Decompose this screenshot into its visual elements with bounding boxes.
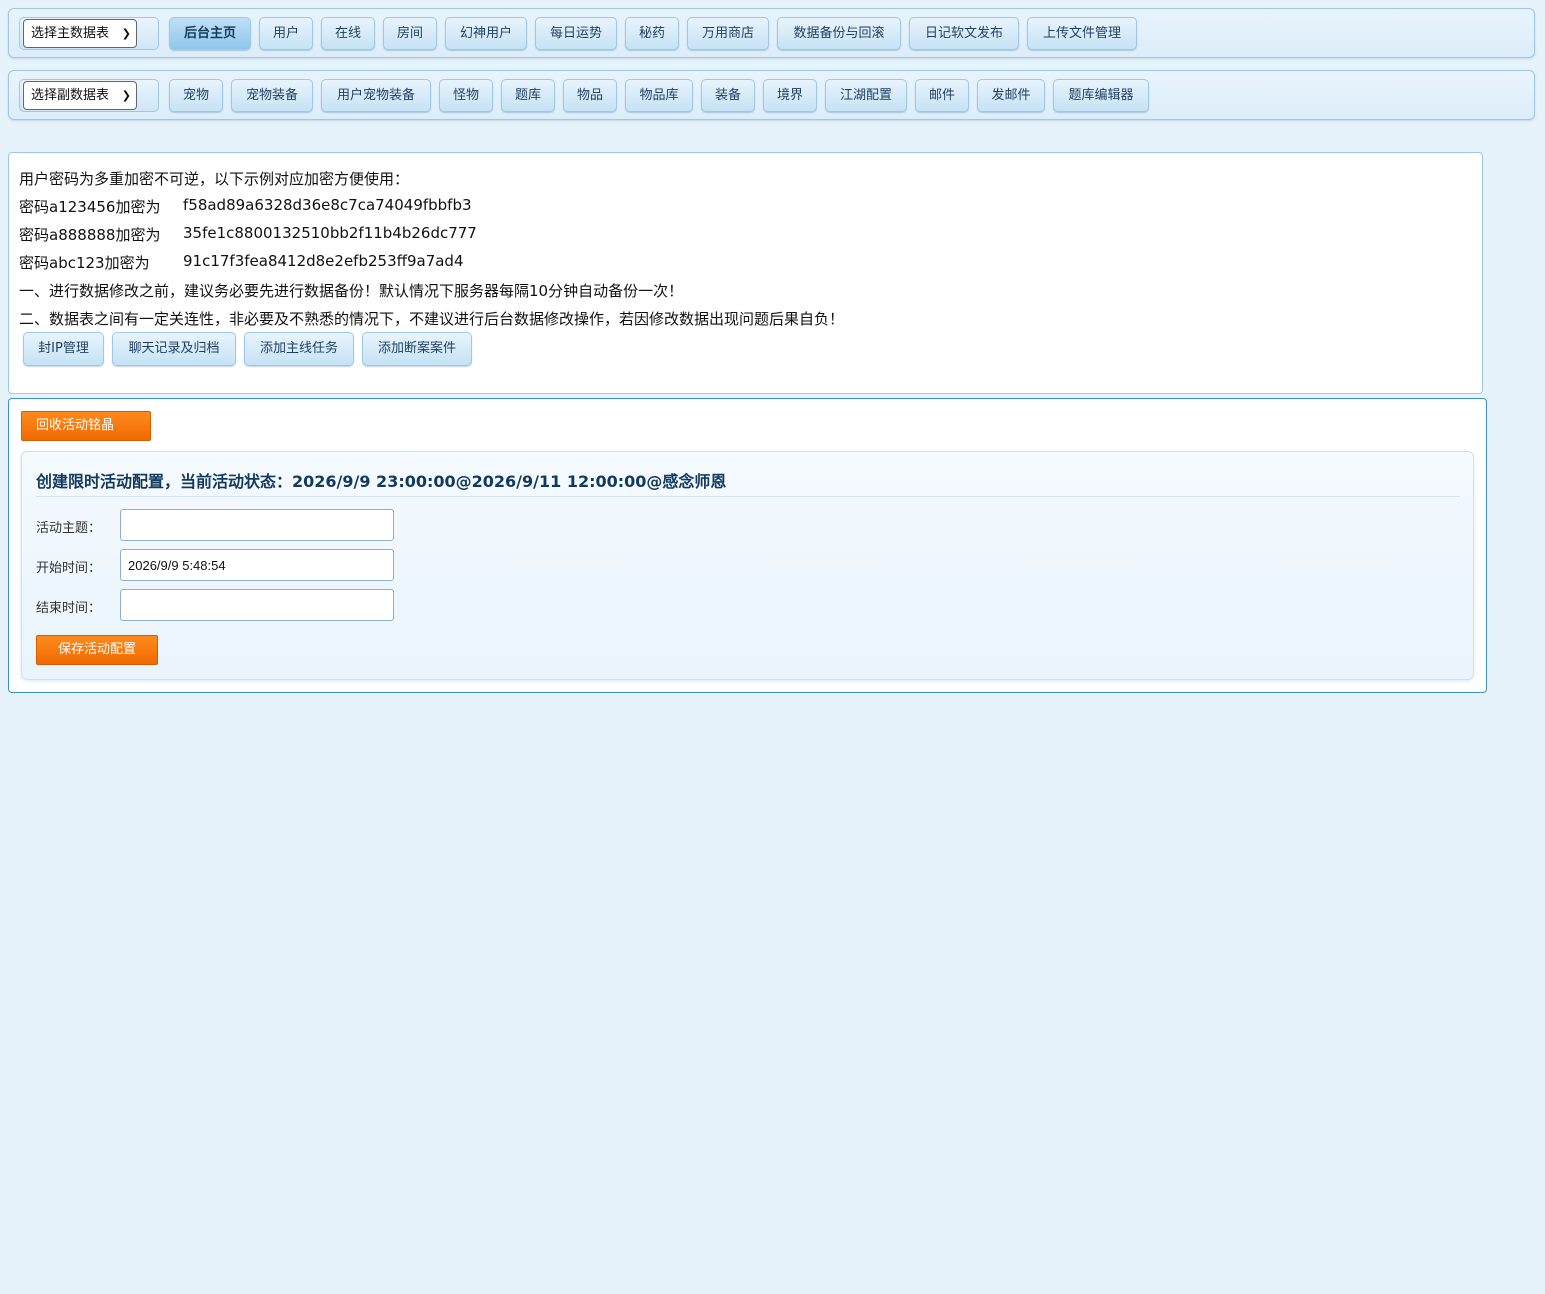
nav-button-pets[interactable]: 宠物 (169, 79, 223, 112)
nav-button-realms[interactable]: 境界 (763, 79, 817, 112)
data-relation-notice-text: 二、数据表之间有一定关连性，非必要及不熟悉的情况下，不建议进行后台数据修改操作，… (19, 310, 845, 328)
nav-button-phantom-users[interactable]: 幻神用户 (445, 17, 527, 50)
nav-button-general-store[interactable]: 万用商店 (687, 17, 769, 50)
password-example-label: 密码abc123加密为 (19, 254, 150, 272)
activity-panel: 回收活动铭晶 创建限时活动配置，当前活动状态：2026/9/9 23:00:00… (8, 398, 1487, 693)
nav-button-monsters[interactable]: 怪物 (439, 79, 493, 112)
password-intro-text: 用户密码为多重加密不可逆，以下示例对应加密方便使用： (19, 170, 410, 188)
secondary-table-select-value: 选择副数据表 (31, 88, 110, 103)
save-activity-config-button[interactable]: 保存活动配置 (36, 635, 158, 665)
nav-button-potions[interactable]: 秘药 (625, 17, 679, 50)
nav-button-online[interactable]: 在线 (321, 17, 375, 50)
nav-button-item-library[interactable]: 物品库 (625, 79, 693, 112)
end-time-label: 结束时间： (36, 601, 102, 616)
end-time-input[interactable] (120, 589, 394, 621)
nav-button-backup-rollback[interactable]: 数据备份与回滚 (777, 17, 901, 50)
secondary-table-select[interactable]: 选择副数据表 ❯ (23, 81, 137, 110)
password-example-label: 密码a888888加密为 (19, 226, 161, 244)
password-example-label: 密码a123456加密为 (19, 198, 161, 216)
info-panel: 用户密码为多重加密不可逆，以下示例对应加密方便使用： 密码a123456加密为 … (8, 152, 1483, 394)
nav-button-question-bank[interactable]: 题库 (501, 79, 555, 112)
nav-button-rooms[interactable]: 房间 (383, 17, 437, 50)
recycle-activity-crystals-button[interactable]: 回收活动铭晶 (21, 411, 151, 441)
activity-config-card: 创建限时活动配置，当前活动状态：2026/9/9 23:00:00@2026/9… (21, 451, 1474, 680)
chevron-down-icon: ❯ (121, 89, 131, 102)
secondary-table-select-wrapper: 选择副数据表 ❯ (19, 79, 159, 112)
password-example-hash: 35fe1c8800132510bb2f11b4b26dc777 (183, 224, 477, 242)
primary-nav-bar: 选择主数据表 ❯ 后台主页 用户 在线 房间 幻神用户 每日运势 秘药 万用商店… (8, 8, 1535, 58)
ip-ban-button[interactable]: 封IP管理 (23, 332, 104, 366)
nav-button-send-mail[interactable]: 发邮件 (977, 79, 1045, 112)
nav-button-question-editor[interactable]: 题库编辑器 (1053, 79, 1149, 112)
primary-table-select-value: 选择主数据表 (31, 26, 110, 41)
chevron-down-icon: ❯ (121, 27, 131, 40)
password-example-2: 密码a888888加密为 35fe1c8800132510bb2f11b4b26… (19, 224, 499, 245)
password-example-hash: 91c17f3fea8412d8e2efb253ff9a7ad4 (183, 252, 464, 270)
start-time-label: 开始时间： (36, 561, 102, 576)
activity-theme-input[interactable] (120, 509, 394, 541)
secondary-nav-bar: 选择副数据表 ❯ 宠物 宠物装备 用户宠物装备 怪物 题库 物品 物品库 装备 … (8, 70, 1535, 120)
add-case-button[interactable]: 添加断案案件 (362, 332, 472, 366)
primary-table-select[interactable]: 选择主数据表 ❯ (23, 19, 137, 48)
activity-config-title: 创建限时活动配置，当前活动状态：2026/9/9 23:00:00@2026/9… (36, 472, 727, 491)
nav-button-diary-publish[interactable]: 日记软文发布 (909, 17, 1019, 50)
nav-button-upload-files[interactable]: 上传文件管理 (1027, 17, 1137, 50)
chat-log-archive-button[interactable]: 聊天记录及归档 (112, 332, 236, 366)
nav-button-equipment[interactable]: 装备 (701, 79, 755, 112)
nav-button-admin-home[interactable]: 后台主页 (169, 17, 251, 50)
backup-notice-text: 一、进行数据修改之前，建议务必要先进行数据备份！默认情况下服务器每隔10分钟自动… (19, 282, 684, 300)
start-time-input[interactable] (120, 549, 394, 581)
nav-button-pet-equipment[interactable]: 宠物装备 (231, 79, 313, 112)
nav-button-users[interactable]: 用户 (259, 17, 313, 50)
nav-button-daily-fortune[interactable]: 每日运势 (535, 17, 617, 50)
password-example-hash: f58ad89a6328d36e8c7ca74049fbbfb3 (183, 196, 472, 214)
title-divider (36, 496, 1460, 497)
primary-table-select-wrapper: 选择主数据表 ❯ (19, 17, 159, 50)
nav-button-jianghu-config[interactable]: 江湖配置 (825, 79, 907, 112)
activity-theme-label: 活动主题： (36, 521, 102, 536)
add-main-quest-button[interactable]: 添加主线任务 (244, 332, 354, 366)
password-example-3: 密码abc123加密为 91c17f3fea8412d8e2efb253ff9a… (19, 252, 499, 273)
nav-button-items[interactable]: 物品 (563, 79, 617, 112)
nav-button-mail[interactable]: 邮件 (915, 79, 969, 112)
password-example-1: 密码a123456加密为 f58ad89a6328d36e8c7ca74049f… (19, 196, 499, 217)
nav-button-user-pet-equipment[interactable]: 用户宠物装备 (321, 79, 431, 112)
